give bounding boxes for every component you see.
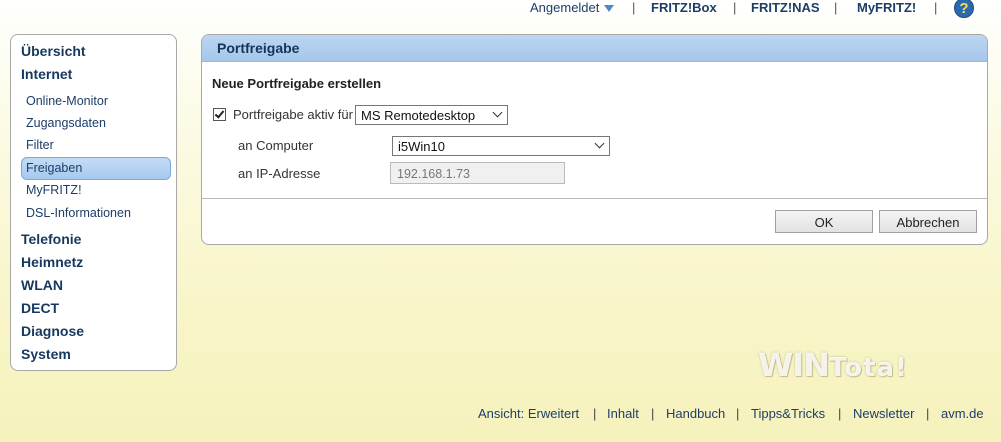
panel-divider — [202, 198, 987, 199]
cancel-button[interactable]: Abbrechen — [879, 210, 977, 233]
application-select-value: MS Remotedesktop — [361, 108, 476, 123]
sidebar-navigation: Übersicht Internet Online-Monitor Zugang… — [10, 34, 177, 371]
sidebar-item-myfritz[interactable]: MyFRITZ! — [26, 183, 82, 197]
computer-label: an Computer — [238, 138, 314, 153]
application-select[interactable]: MS Remotedesktop — [355, 105, 508, 125]
sidebar-item-filter[interactable]: Filter — [26, 138, 54, 152]
help-icon[interactable]: ? — [954, 0, 974, 18]
page-title: Portfreigabe — [217, 40, 300, 56]
nav-separator: | — [934, 0, 938, 15]
watermark-text-main: WIN — [758, 346, 830, 384]
sidebar-item-system[interactable]: System — [21, 346, 71, 362]
sidebar-item-freigaben[interactable]: Freigaben — [26, 161, 82, 175]
footer-link-newsletter[interactable]: Newsletter — [853, 406, 914, 421]
footer-separator: | — [593, 406, 597, 421]
nav-separator: | — [834, 0, 838, 15]
nav-link-fritzbox[interactable]: FRITZ!Box — [651, 0, 717, 15]
active-checkbox[interactable] — [213, 108, 226, 121]
ok-button[interactable]: OK — [775, 210, 873, 233]
sidebar-item-telefonie[interactable]: Telefonie — [21, 231, 81, 247]
sidebar-item-internet[interactable]: Internet — [21, 66, 72, 82]
computer-select-value: i5Win10 — [398, 139, 445, 154]
top-navigation: Angemeldet | FRITZ!Box | FRITZ!NAS | MyF… — [0, 0, 1001, 18]
footer-links: Ansicht: Erweitert | Inhalt | Handbuch |… — [0, 406, 1001, 424]
watermark-logo: WINTota! — [758, 346, 908, 384]
active-checkbox-label: Portfreigabe aktiv für — [233, 107, 353, 122]
sidebar-item-wlan[interactable]: WLAN — [21, 277, 63, 293]
watermark-text-small: Tota! — [828, 353, 908, 383]
sidebar-item-dect[interactable]: DECT — [21, 300, 59, 316]
sidebar-item-online-monitor[interactable]: Online-Monitor — [26, 94, 108, 108]
port-forwarding-panel: Portfreigabe Neue Portfreigabe erstellen… — [201, 34, 988, 245]
footer-link-content[interactable]: Inhalt — [607, 406, 639, 421]
sidebar-item-uebersicht[interactable]: Übersicht — [21, 43, 86, 59]
nav-separator: | — [632, 0, 636, 15]
nav-separator: | — [733, 0, 737, 15]
nav-link-fritznas[interactable]: FRITZ!NAS — [751, 0, 820, 15]
nav-link-myfritz[interactable]: MyFRITZ! — [857, 0, 916, 15]
chevron-down-icon — [492, 107, 503, 118]
logged-in-menu[interactable]: Angemeldet — [530, 0, 615, 15]
sidebar-item-zugangsdaten[interactable]: Zugangsdaten — [26, 116, 106, 130]
caret-down-icon — [604, 5, 615, 13]
footer-separator: | — [838, 406, 842, 421]
footer-link-manual[interactable]: Handbuch — [666, 406, 725, 421]
logged-in-label: Angemeldet — [530, 0, 600, 15]
sidebar-item-dsl-informationen[interactable]: DSL-Informationen — [26, 206, 131, 220]
footer-separator: | — [651, 406, 655, 421]
footer-link-avm[interactable]: avm.de — [941, 406, 984, 421]
computer-select[interactable]: i5Win10 — [392, 136, 610, 156]
footer-separator: | — [926, 406, 930, 421]
panel-header: Portfreigabe — [202, 35, 987, 62]
ip-address-field: 192.168.1.73 — [390, 162, 565, 184]
ip-address-value: 192.168.1.73 — [397, 167, 470, 181]
footer-link-view[interactable]: Ansicht: Erweitert — [478, 406, 579, 421]
footer-separator: | — [736, 406, 740, 421]
sidebar-item-heimnetz[interactable]: Heimnetz — [21, 254, 83, 270]
chevron-down-icon — [594, 138, 605, 149]
ip-address-label: an IP-Adresse — [238, 166, 321, 181]
sidebar-item-diagnose[interactable]: Diagnose — [21, 323, 84, 339]
footer-link-tips[interactable]: Tipps&Tricks — [751, 406, 825, 421]
checkmark-icon — [214, 108, 225, 119]
section-title: Neue Portfreigabe erstellen — [212, 76, 382, 91]
